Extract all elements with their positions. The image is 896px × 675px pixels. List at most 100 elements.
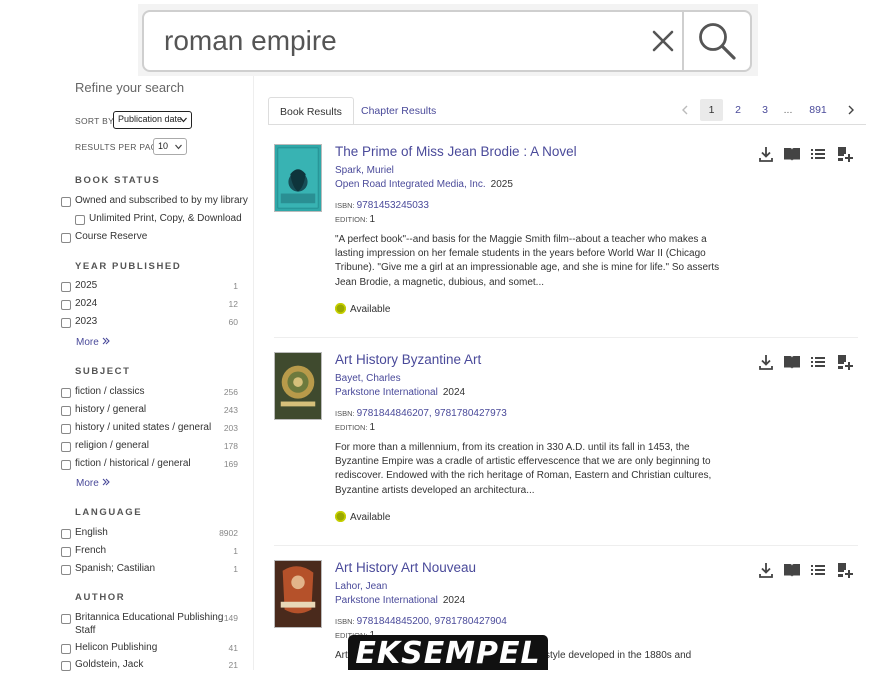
isbn-value[interactable]: 9781844846207, 9781780427973 xyxy=(357,408,507,419)
checkbox[interactable] xyxy=(61,644,71,654)
tabs-underline xyxy=(268,124,866,125)
publisher-link[interactable]: Parkstone International xyxy=(335,595,438,606)
filter-owned[interactable]: Owned and subscribed to by my library xyxy=(61,195,248,211)
add-to-list-icon[interactable] xyxy=(834,560,854,580)
download-icon[interactable] xyxy=(756,560,776,580)
filter-label: Spanish; Castilian xyxy=(75,563,156,574)
checkbox[interactable] xyxy=(61,233,71,243)
filter-count: 60 xyxy=(228,317,238,327)
checkbox[interactable] xyxy=(61,460,71,470)
more-label: More xyxy=(76,478,99,489)
close-icon[interactable] xyxy=(644,22,682,60)
filter-unlimited[interactable]: Unlimited Print, Copy, & Download xyxy=(75,213,255,229)
filter-language[interactable]: Spanish; Castilian 1 xyxy=(61,563,241,579)
sort-by-label: SORT BY xyxy=(75,116,115,126)
filter-count: 41 xyxy=(228,643,238,653)
filter-author[interactable]: Goldstein, Jack 21 xyxy=(61,659,241,675)
add-to-list-icon[interactable] xyxy=(834,144,854,164)
more-years-link[interactable]: More xyxy=(76,337,110,348)
result-author[interactable]: Spark, Muriel xyxy=(335,165,394,176)
result-title[interactable]: Art History Byzantine Art xyxy=(335,352,481,367)
filter-language[interactable]: English 8902 xyxy=(61,527,241,543)
checkbox[interactable] xyxy=(61,565,71,575)
filter-label: Owned and subscribed to by my library xyxy=(75,195,248,206)
search-box[interactable]: roman empire xyxy=(142,10,752,72)
book-cover[interactable] xyxy=(274,144,322,212)
isbn-label: ISBN: xyxy=(335,409,355,418)
tab-book-results[interactable]: Book Results xyxy=(268,97,354,125)
availability-status: Available xyxy=(335,303,390,315)
more-subjects-link[interactable]: More xyxy=(76,478,110,489)
page-3[interactable]: 3 xyxy=(756,99,774,121)
isbn-value[interactable]: 9781453245033 xyxy=(357,200,429,211)
result-author[interactable]: Bayet, Charles xyxy=(335,373,401,384)
filter-count: 178 xyxy=(223,441,238,451)
results-per-page-select[interactable]: 10 xyxy=(153,138,187,155)
filter-label: Goldstein, Jack xyxy=(75,659,144,670)
result-title[interactable]: Art History Art Nouveau xyxy=(335,560,476,575)
filter-subject[interactable]: religion / general 178 xyxy=(61,440,241,456)
filter-subject[interactable]: fiction / classics 256 xyxy=(61,386,241,402)
result-publisher: Parkstone International 2024 xyxy=(335,595,465,606)
list-icon[interactable] xyxy=(808,352,828,372)
available-status-icon xyxy=(335,511,346,522)
checkbox[interactable] xyxy=(61,300,71,310)
page-2[interactable]: 2 xyxy=(729,99,747,121)
chevron-down-icon xyxy=(175,144,182,150)
page-ellipsis: ... xyxy=(783,104,793,116)
checkbox[interactable] xyxy=(61,442,71,452)
filter-subject[interactable]: history / united states / general 203 xyxy=(61,422,241,438)
result-item: The Prime of Miss Jean Brodie : A Novel … xyxy=(274,144,858,334)
filter-label: fiction / classics xyxy=(75,386,145,397)
read-book-icon[interactable] xyxy=(782,560,802,580)
isbn-label: ISBN: xyxy=(335,201,355,210)
sort-by-select[interactable]: Publication date xyxy=(113,111,192,129)
read-book-icon[interactable] xyxy=(782,144,802,164)
filter-label: Unlimited Print, Copy, & Download xyxy=(89,213,242,224)
result-title[interactable]: The Prime of Miss Jean Brodie : A Novel xyxy=(335,144,577,159)
chevron-left-icon[interactable] xyxy=(679,104,691,116)
author-heading: AUTHOR xyxy=(75,592,126,603)
search-icon[interactable] xyxy=(696,20,738,62)
more-label: More xyxy=(76,337,99,348)
add-to-list-icon[interactable] xyxy=(834,352,854,372)
page-1[interactable]: 1 xyxy=(700,99,723,121)
filter-year-2025[interactable]: 2025 1 xyxy=(61,280,241,296)
filter-subject[interactable]: history / general 243 xyxy=(61,404,241,420)
checkbox[interactable] xyxy=(61,282,71,292)
filter-label: Course Reserve xyxy=(75,231,148,242)
search-input[interactable]: roman empire xyxy=(164,25,337,57)
checkbox[interactable] xyxy=(61,388,71,398)
checkbox[interactable] xyxy=(75,215,85,225)
filter-year-2024[interactable]: 2024 12 xyxy=(61,298,241,314)
filter-language[interactable]: French 1 xyxy=(61,545,241,561)
checkbox[interactable] xyxy=(61,318,71,328)
publisher-link[interactable]: Open Road Integrated Media, Inc. xyxy=(335,179,486,190)
download-icon[interactable] xyxy=(756,352,776,372)
checkbox[interactable] xyxy=(61,406,71,416)
filter-year-2023[interactable]: 2023 60 xyxy=(61,316,241,332)
checkbox[interactable] xyxy=(61,197,71,207)
publisher-link[interactable]: Parkstone International xyxy=(335,387,438,398)
chevron-right-icon[interactable] xyxy=(845,104,857,116)
checkbox[interactable] xyxy=(61,529,71,539)
isbn-value[interactable]: 9781844845200, 9781780427904 xyxy=(357,616,507,627)
list-icon[interactable] xyxy=(808,144,828,164)
filter-author[interactable]: Britannica Educational Publishing Staff … xyxy=(61,612,241,638)
book-cover[interactable] xyxy=(274,560,322,628)
checkbox[interactable] xyxy=(61,547,71,557)
read-book-icon[interactable] xyxy=(782,352,802,372)
checkbox[interactable] xyxy=(61,424,71,434)
filter-course-reserve[interactable]: Course Reserve xyxy=(61,231,241,247)
filter-author[interactable]: Helicon Publishing 41 xyxy=(61,642,241,658)
list-icon[interactable] xyxy=(808,560,828,580)
download-icon[interactable] xyxy=(756,144,776,164)
book-cover[interactable] xyxy=(274,352,322,420)
checkbox[interactable] xyxy=(61,614,71,624)
filter-label: 2025 xyxy=(75,280,98,291)
page-last[interactable]: 891 xyxy=(804,99,832,121)
filter-subject[interactable]: fiction / historical / general 169 xyxy=(61,458,241,474)
tab-chapter-results[interactable]: Chapter Results xyxy=(350,97,447,125)
sidebar-divider xyxy=(253,76,254,670)
result-author[interactable]: Lahor, Jean xyxy=(335,581,387,592)
